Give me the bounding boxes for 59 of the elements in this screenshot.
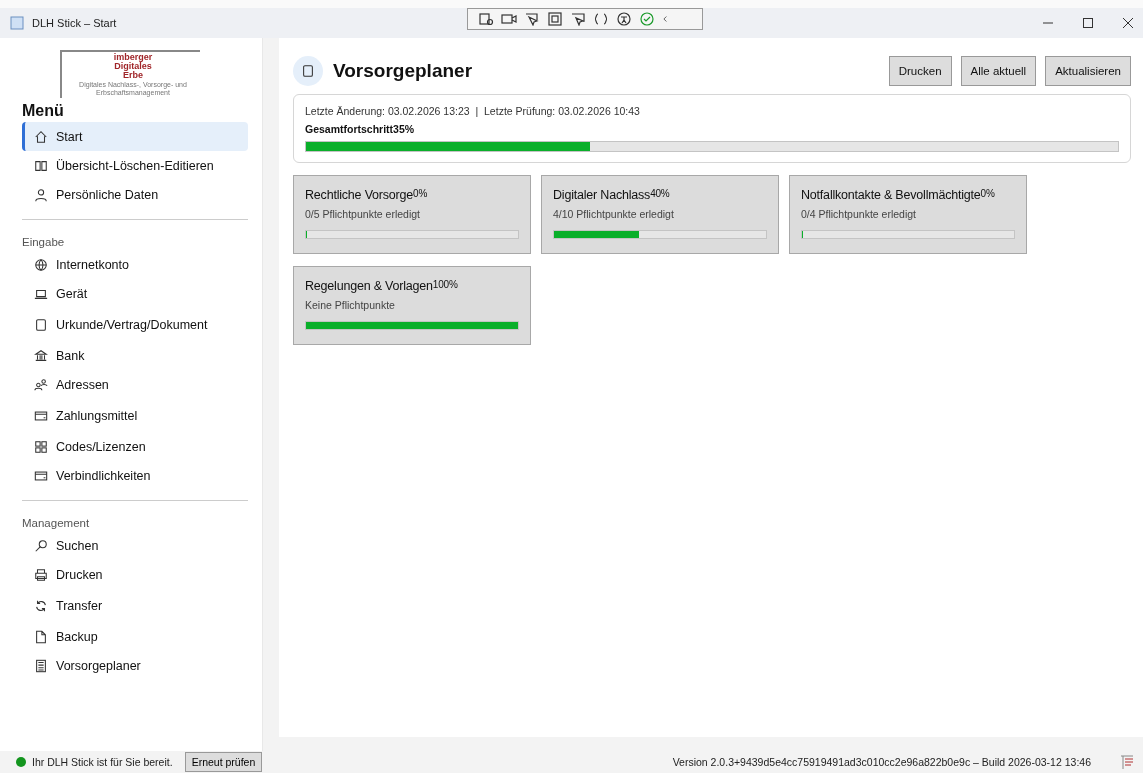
timestamps-text: Letzte Änderung: 03.02.2026 13:23 | Letzte Prüfung: 03.02.2026 10:43 — [305, 105, 641, 117]
recheck-button[interactable]: Erneut prüfen — [184, 752, 263, 772]
logo-icon — [1119, 754, 1135, 770]
status-message: Ihr DLH Stick ist für Sie bereit. — [32, 756, 173, 768]
sidebar-item[interactable]: Drucken — [22, 560, 248, 589]
accessibility-icon[interactable] — [616, 12, 632, 26]
book-icon — [34, 158, 48, 173]
page-title: Vorsorgeplaner — [333, 60, 473, 82]
close-icon[interactable] — [1123, 18, 1133, 28]
sidebar-item[interactable]: Transfer — [22, 589, 248, 622]
bank-icon — [34, 348, 48, 363]
sidebar-item[interactable]: Suchen — [22, 531, 248, 560]
card-subtitle: 0/4 Pflichtpunkte erledigt — [801, 208, 917, 220]
sidebar-item[interactable]: Übersicht-Löschen-Editieren — [22, 151, 248, 180]
sidebar-item[interactable]: Start — [22, 122, 248, 151]
document-icon — [301, 64, 315, 78]
sidebar-item[interactable]: Persönliche Daten — [22, 180, 248, 209]
printer-icon — [34, 567, 48, 582]
toolbar-button[interactable]: Drucken — [888, 56, 952, 86]
version-text: Version 2.0.3+9439d5e4cc75919491ad3c010cc2e96a822b0e9c – Build 2026-03-12 13:46 — [672, 756, 1091, 768]
card-subtitle: Keine Pflichtpunkte — [305, 299, 396, 311]
sidebar-item[interactable]: Gerät — [22, 279, 248, 308]
person-icon — [34, 187, 48, 202]
pointer-icon[interactable] — [524, 12, 540, 26]
square-icon[interactable] — [547, 12, 563, 26]
sidebar-item[interactable]: Backup — [22, 622, 248, 651]
document-icon — [34, 317, 48, 332]
sidebar-item[interactable]: Bank — [22, 341, 248, 370]
globe-icon — [34, 257, 48, 272]
window-title: DLH Stick – Start — [32, 17, 117, 29]
menu-heading: Menü — [22, 102, 65, 120]
sidebar-item[interactable]: Internetkonto — [22, 250, 248, 279]
card-icon — [34, 408, 48, 423]
search-icon — [34, 538, 48, 553]
status-dot — [16, 757, 26, 767]
app-icon — [10, 16, 24, 30]
toolbar-button[interactable]: Alle aktuell — [960, 56, 1037, 86]
home-icon — [34, 129, 48, 144]
sync-icon — [34, 598, 48, 613]
card-subtitle: 4/10 Pflichtpunkte erledigt — [553, 208, 675, 220]
maximize-icon[interactable] — [1083, 18, 1093, 28]
selection-icon[interactable] — [570, 12, 586, 26]
card-subtitle: 0/5 Pflichtpunkte erledigt — [305, 208, 421, 220]
toolbar-button[interactable]: Aktualisieren — [1045, 56, 1131, 86]
card-icon — [34, 468, 48, 483]
video-camera-icon[interactable] — [501, 12, 517, 26]
sidebar-item[interactable]: Codes/Lizenzen — [22, 432, 248, 461]
section-heading: Eingabe — [22, 236, 66, 248]
check-icon[interactable] — [639, 12, 655, 26]
sidebar-item[interactable]: Adressen — [22, 370, 248, 399]
sidebar-item[interactable]: Vorsorgeplaner — [22, 651, 248, 680]
section-heading: Management — [22, 517, 91, 529]
sidebar-item[interactable]: Urkunde/Vertrag/Dokument — [22, 308, 248, 341]
overall-progress-label: Gesamtfortschritt35% — [305, 123, 416, 135]
sidebar-item[interactable]: Zahlungsmittel — [22, 399, 248, 432]
people-icon — [34, 377, 48, 392]
inspect-icon[interactable] — [478, 12, 494, 26]
file-icon — [34, 629, 48, 644]
sidebar-item[interactable]: Verbindlichkeiten — [22, 461, 248, 490]
